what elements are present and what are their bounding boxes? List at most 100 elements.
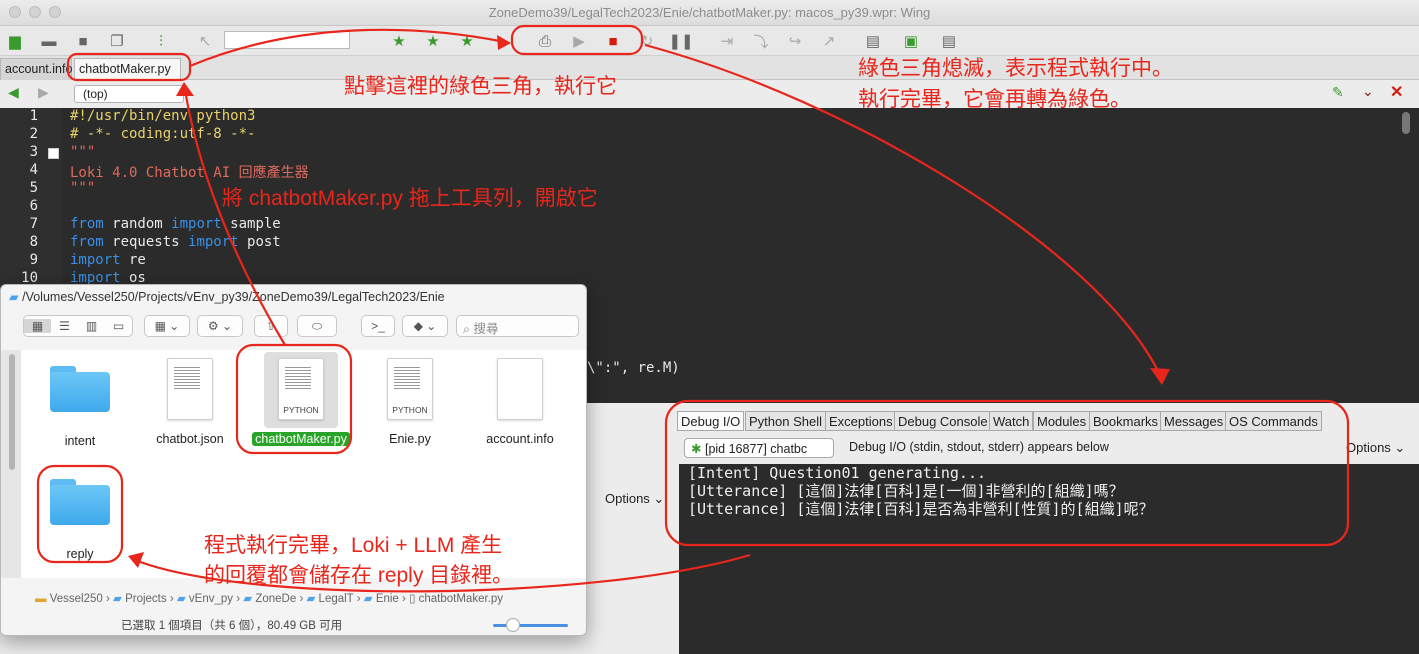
finder-toolbar: ▦ ☰ ▥ ▭ ▦ ⌄ ⚙ ⌄ ⇧ ⬭ >_ ◆ ⌄ ⌕ 搜尋 xyxy=(1,309,586,349)
finder-item-chatbot-json[interactable]: chatbot.json xyxy=(140,358,240,446)
breadcrumb-item[interactable]: vEnv_py xyxy=(189,593,233,605)
dropbox-icon[interactable]: ◆ ⌄ xyxy=(402,315,448,337)
line-number: 4 xyxy=(29,162,38,178)
open-folder-icon[interactable]: ▬ xyxy=(38,30,60,52)
bookmark-next-icon[interactable]: ★ xyxy=(422,30,444,52)
pin-icon[interactable]: ✎ xyxy=(1332,84,1344,101)
code-line: #!/usr/bin/env python3 xyxy=(70,108,256,124)
bookmark-prev-icon[interactable]: ★ xyxy=(456,30,478,52)
tab-account-info[interactable]: account.info xyxy=(0,58,72,80)
folder-icon xyxy=(50,364,110,412)
finder-item-account-info[interactable]: account.info xyxy=(470,358,570,446)
forward-arrow-icon[interactable]: ▶ xyxy=(38,84,49,101)
process-select[interactable]: ✱ [pid 16877] chatbc xyxy=(684,438,834,458)
line-number: 5 xyxy=(29,180,38,196)
breadcrumb-item[interactable]: LegalT xyxy=(319,593,354,605)
keyword: import xyxy=(188,234,239,250)
finder-search-input[interactable]: ⌕ 搜尋 xyxy=(456,315,579,337)
item-label: Enie.py xyxy=(389,432,431,446)
tab-debug-console[interactable]: Debug Console xyxy=(894,411,992,431)
finder-item-enie[interactable]: PYTHON Enie.py xyxy=(360,358,460,446)
file-icon xyxy=(167,358,213,420)
tab-bookmarks[interactable]: Bookmarks xyxy=(1089,411,1163,431)
drive-icon: ▬ xyxy=(35,593,47,605)
step-return-icon[interactable]: ↗ xyxy=(818,30,840,52)
indent-icon[interactable]: ⫶ xyxy=(150,30,172,52)
goto-icon[interactable]: ↖ xyxy=(194,30,216,52)
step-out-icon[interactable]: ↪ xyxy=(784,30,806,52)
item-label: reply xyxy=(66,547,94,561)
debug-output[interactable]: [Intent] Question01 generating... [Utter… xyxy=(679,464,1419,654)
tab-os-commands[interactable]: OS Commands xyxy=(1225,411,1322,431)
toolbar: ▆ ▬ ■ ❐ ⫶ ↖ ★ ★ ★ ▸ ⎙ ▶ ■ ↻ ❚❚ ⇥ ⤵ ↪ ↗ ▤… xyxy=(0,26,1419,56)
restart-icon[interactable]: ↻ xyxy=(636,30,658,52)
stack-down-icon[interactable]: ▤ xyxy=(938,30,960,52)
breadcrumb-item[interactable]: ZoneDe xyxy=(255,593,296,605)
code-line: """ xyxy=(70,144,96,160)
editor-scrollbar[interactable] xyxy=(1402,112,1410,134)
code-line: # -*- coding:utf-8 -*- xyxy=(70,126,256,142)
continue-icon[interactable]: ▶ xyxy=(568,30,590,52)
share-icon[interactable]: ⇧ xyxy=(254,315,288,337)
tab-modules[interactable]: Modules xyxy=(1033,411,1091,431)
column-view-icon[interactable]: ▥ xyxy=(78,319,105,333)
back-arrow-icon[interactable]: ◀ xyxy=(8,84,19,101)
breadcrumb-item[interactable]: Vessel250 xyxy=(50,593,103,605)
options-dropdown[interactable]: Options ⌄ xyxy=(605,491,664,507)
terminal-icon[interactable]: >_ xyxy=(361,315,395,337)
tab-messages[interactable]: Messages xyxy=(1160,411,1228,431)
tab-chatbotmaker[interactable]: chatbotMaker.py xyxy=(74,58,181,80)
save-icon[interactable]: ■ xyxy=(72,30,94,52)
tab-exceptions[interactable]: Exceptions xyxy=(825,411,897,431)
layout-icon[interactable]: ▣ xyxy=(900,30,922,52)
bug-icon: ✱ xyxy=(691,442,702,456)
finder-item-chatbotmaker[interactable]: PYTHON chatbotMaker.py xyxy=(251,352,351,446)
code-line: """ xyxy=(70,180,96,196)
tab-debug-io[interactable]: Debug I/O xyxy=(677,411,745,431)
close-icon[interactable]: ✕ xyxy=(1390,82,1403,102)
slider-knob[interactable] xyxy=(506,618,520,632)
finder-item-reply[interactable]: reply xyxy=(30,477,130,561)
python-badge: PYTHON xyxy=(283,405,319,415)
debug-start-icon[interactable]: ▸ xyxy=(494,30,516,52)
save-all-icon[interactable]: ❐ xyxy=(106,30,128,52)
pause-icon[interactable]: ❚❚ xyxy=(668,30,693,52)
title-bar: ZoneDemo39/LegalTech2023/Enie/chatbotMak… xyxy=(0,0,1419,26)
action-gear-icon[interactable]: ⚙ ⌄ xyxy=(197,315,243,337)
debug-panel: Debug I/O Python Shell Exceptions Debug … xyxy=(669,403,1419,654)
tag-icon[interactable]: ⬭ xyxy=(297,315,337,337)
gallery-view-icon[interactable]: ▭ xyxy=(105,319,132,333)
debug-options-dropdown[interactable]: Options ⌄ xyxy=(1346,440,1405,456)
run-file-icon[interactable]: ⎙ xyxy=(534,30,556,52)
view-mode-segment[interactable]: ▦ ☰ ▥ ▭ xyxy=(23,315,133,337)
fold-toggle-icon[interactable] xyxy=(48,148,59,159)
step-into-icon[interactable]: ⇥ xyxy=(716,30,738,52)
breadcrumb-item[interactable]: Enie xyxy=(376,593,399,605)
scope-select[interactable]: (top) xyxy=(74,85,184,103)
stop-icon[interactable]: ■ xyxy=(602,30,624,52)
icon-size-slider[interactable] xyxy=(493,624,568,627)
sidebar-scrollbar[interactable] xyxy=(9,354,15,470)
stack-up-icon[interactable]: ▤ xyxy=(862,30,884,52)
folder-icon: ▰ xyxy=(176,593,186,605)
new-file-icon[interactable]: ▆ xyxy=(4,30,26,52)
finder-item-intent[interactable]: intent xyxy=(30,364,130,448)
step-over-icon[interactable]: ⤵ xyxy=(750,30,772,52)
toolbar-search-input[interactable] xyxy=(224,31,350,49)
navigation-row: ◀ ▶ (top) ✎ ⌄ ✕ xyxy=(0,80,1419,108)
list-view-icon[interactable]: ☰ xyxy=(51,319,78,333)
tab-watch[interactable]: Watch xyxy=(989,411,1034,431)
annotation-drag: 將 chatbotMaker.py 拖上工具列，開啟它 xyxy=(222,187,598,210)
bookmark-star-icon[interactable]: ★ xyxy=(388,30,410,52)
group-by-icon[interactable]: ▦ ⌄ xyxy=(144,315,190,337)
tab-python-shell[interactable]: Python Shell xyxy=(745,411,826,431)
chevron-down-icon[interactable]: ⌄ xyxy=(1362,83,1374,100)
output-line: [Intent] Question01 generating... xyxy=(688,464,987,482)
code-line: import re xyxy=(70,252,146,268)
finder-path-bar: ▬ Vessel250 › ▰ Projects › ▰ vEnv_py › ▰… xyxy=(35,593,504,605)
breadcrumb-item[interactable]: chatbotMaker.py xyxy=(419,593,503,605)
line-number: 6 xyxy=(29,198,38,214)
icon-view-icon[interactable]: ▦ xyxy=(24,319,51,333)
breadcrumb-item[interactable]: Projects xyxy=(125,593,167,605)
item-label-selected: chatbotMaker.py xyxy=(252,432,350,446)
